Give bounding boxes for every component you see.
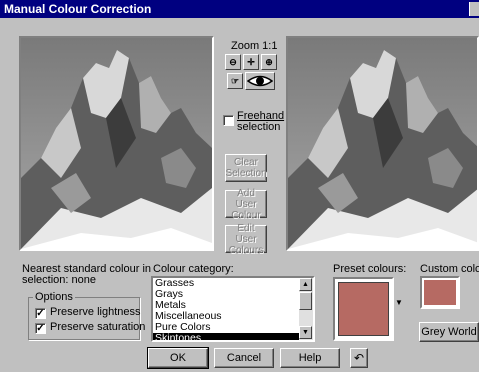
- add-user-colour-label-2: Colour: [231, 209, 261, 221]
- grey-world-button[interactable]: Grey World: [419, 322, 479, 342]
- preset-colour-swatch: [338, 282, 389, 336]
- ok-label: OK: [170, 352, 186, 364]
- preserve-saturation-label: Preserve saturation: [50, 321, 146, 333]
- edit-user-colours-label-2: Colours: [228, 244, 264, 256]
- manual-colour-correction-dialog: Manual Colour Correction Zoom 1:1 ⊖ ✛ ⊕ …: [0, 0, 479, 372]
- category-scrollbar[interactable]: ▲ ▼: [299, 278, 313, 340]
- custom-colour-swatch: [424, 280, 456, 305]
- edit-user-colours-label-1: Edit User: [235, 222, 257, 245]
- edit-user-colours-button[interactable]: Edit User Colours: [225, 222, 267, 256]
- category-item[interactable]: Skintones: [153, 333, 299, 340]
- add-user-colour-label-1: Add User: [235, 187, 257, 210]
- before-preview[interactable]: [19, 36, 214, 251]
- hand-icon: ☞: [230, 75, 240, 86]
- clear-selection-button[interactable]: Clear Selection: [225, 154, 267, 182]
- hand-button[interactable]: ☞: [227, 73, 243, 89]
- grey-world-label: Grey World: [421, 326, 477, 338]
- close-button[interactable]: [469, 2, 479, 16]
- add-user-colour-button[interactable]: Add User Colour: [225, 187, 267, 221]
- preserve-lightness-label: Preserve lightness: [50, 306, 141, 318]
- after-preview: [286, 36, 479, 251]
- colour-category-label: Colour category:: [153, 263, 234, 275]
- pan-button[interactable]: ✛: [243, 54, 259, 70]
- cancel-button[interactable]: Cancel: [214, 348, 274, 368]
- ok-button[interactable]: OK: [147, 347, 209, 369]
- clear-selection-label-1: Clear: [234, 157, 258, 168]
- zoom-out-button[interactable]: ⊖: [225, 54, 241, 70]
- custom-colour-label: Custom colour:: [420, 263, 479, 275]
- eye-icon: [247, 75, 273, 87]
- custom-colour-well[interactable]: [420, 276, 460, 309]
- eye-button[interactable]: [245, 72, 275, 90]
- scroll-up-icon: ▲: [302, 281, 309, 288]
- help-label: Help: [298, 352, 322, 364]
- mountain-image-before: [21, 38, 212, 249]
- window-title: Manual Colour Correction: [4, 2, 152, 16]
- scroll-thumb[interactable]: [299, 292, 312, 310]
- preset-colours-label: Preset colours:: [333, 263, 407, 275]
- scroll-up-button[interactable]: ▲: [299, 278, 312, 291]
- preset-dropdown-icon[interactable]: ▼: [395, 298, 403, 307]
- preserve-saturation-checkbox[interactable]: ✓: [35, 323, 46, 334]
- zoom-in-icon: ⊕: [265, 56, 273, 67]
- nearest-colour-line2: selection: none: [22, 274, 96, 286]
- pan-icon: ✛: [247, 56, 255, 67]
- zoom-out-icon: ⊖: [229, 56, 237, 67]
- zoom-in-button[interactable]: ⊕: [261, 54, 277, 70]
- preset-colour-well[interactable]: [333, 277, 394, 341]
- clear-selection-label-2: Selection: [225, 168, 267, 179]
- colour-category-list[interactable]: Grasses Grays Metals Miscellaneous Pure Colo…: [151, 276, 315, 342]
- preserve-lightness-checkbox[interactable]: ✓: [35, 308, 46, 319]
- undo-button[interactable]: ↶: [350, 348, 368, 368]
- help-button[interactable]: Help: [280, 348, 340, 368]
- scroll-down-icon: ▼: [302, 329, 309, 336]
- cancel-label: Cancel: [226, 352, 262, 364]
- title-bar: Manual Colour Correction: [0, 0, 479, 18]
- options-title: Options: [33, 291, 75, 303]
- freehand-selection-checkbox[interactable]: [223, 115, 234, 126]
- scroll-down-button[interactable]: ▼: [299, 326, 312, 339]
- zoom-label: Zoom 1:1: [231, 40, 278, 52]
- mountain-image-after: [288, 38, 477, 249]
- undo-icon: ↶: [353, 351, 365, 365]
- freehand-label-line2: selection: [237, 121, 281, 133]
